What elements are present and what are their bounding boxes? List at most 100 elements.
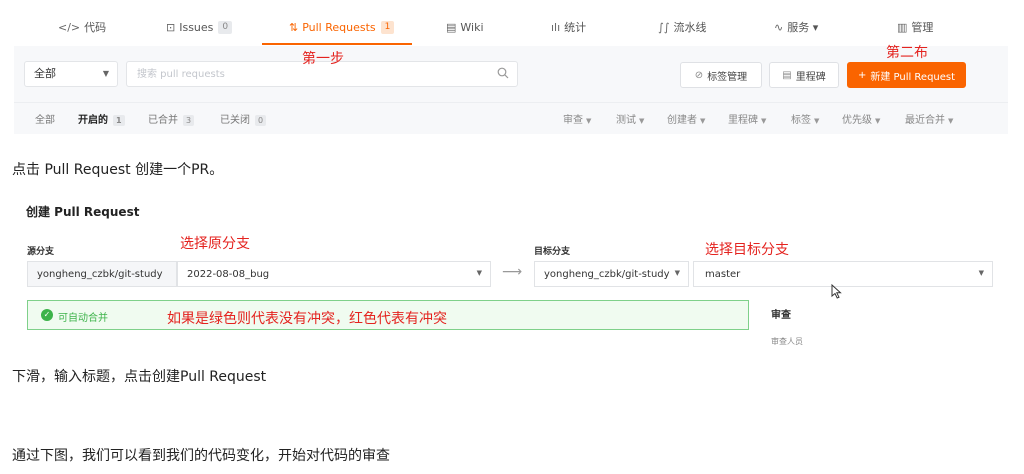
target-branch-select[interactable]: master ▼ — [693, 261, 993, 287]
filter-label: 测试 — [616, 115, 636, 126]
tab-label: 服务 ▾ — [787, 21, 819, 34]
filter-review[interactable]: 审查 ▼ — [563, 111, 591, 126]
state-filter-bar: 全部 开启的 1 已合并 3 已关闭 0 审查 ▼ 测试 ▼ 创建者 ▼ 里程碑 ▼ 标签 ▼ … — [14, 102, 1008, 134]
pr-list-panel: </> 代码 ⊡ Issues 0 ⇅ Pull Requests 1 ▤ Wi… — [14, 8, 1008, 134]
annotation-target-branch: 选择目标分支 — [705, 242, 789, 258]
active-tab-indicator — [262, 43, 412, 45]
source-branch-label: 源分支 — [27, 247, 55, 257]
label-manage-text: 标签管理 — [707, 71, 748, 83]
tab-pull-requests[interactable]: ⇅ Pull Requests 1 — [289, 8, 395, 46]
pr-search-input[interactable] — [127, 62, 467, 87]
caret-down-icon: ▼ — [978, 269, 984, 277]
filter-recent-merge[interactable]: 最近合并 ▼ — [905, 111, 953, 126]
source-repo-field[interactable]: yongheng_czbk/git-study — [27, 261, 177, 287]
caret-down-icon: ▼ — [639, 117, 645, 125]
plus-icon: + — [857, 69, 867, 81]
filter-label: 标签 — [791, 115, 811, 126]
tab-wiki[interactable]: ▤ Wiki — [446, 8, 484, 46]
tab-label: 代码 — [84, 21, 107, 34]
filter-label-dropdown[interactable]: 标签 ▼ — [791, 111, 819, 126]
mouse-cursor-icon — [831, 284, 842, 299]
state-count: 1 — [113, 115, 125, 126]
filter-label: 审查 — [563, 115, 583, 126]
filter-label: 里程碑 — [728, 115, 758, 126]
filter-label: 最近合并 — [905, 115, 945, 126]
manage-icon: ▥ — [897, 20, 908, 34]
search-icon[interactable] — [497, 67, 509, 79]
tab-code[interactable]: </> 代码 — [58, 8, 106, 46]
source-branch-value: 2022-08-08_bug — [187, 268, 270, 280]
milestone-button[interactable]: ▤ 里程碑 — [769, 62, 839, 88]
milestone-icon: ▤ — [782, 69, 792, 81]
caret-down-icon: ▼ — [875, 117, 881, 125]
source-repo-value: yongheng_czbk/git-study — [37, 268, 163, 280]
filter-label: 创建者 — [667, 115, 697, 126]
state-label: 已合并 — [148, 115, 178, 126]
tag-icon: ⊘ — [694, 69, 704, 81]
label-manage-button[interactable]: ⊘ 标签管理 — [680, 62, 762, 88]
tab-label: 统计 — [564, 21, 587, 34]
pipeline-icon: ∫∫ — [658, 20, 670, 34]
filter-priority[interactable]: 优先级 ▼ — [842, 111, 880, 126]
filter-creator[interactable]: 创建者 ▼ — [667, 111, 705, 126]
instruction-text-3: 通过下图，我们可以看到我们的代码变化，开始对代码的审查 — [12, 448, 390, 464]
create-pr-title: 创建 Pull Request — [26, 205, 140, 219]
target-repo-value: yongheng_czbk/git-study — [544, 268, 670, 280]
source-branch-select[interactable]: 2022-08-08_bug ▼ — [177, 261, 491, 287]
state-count: 0 — [255, 115, 267, 126]
tab-manage[interactable]: ▥ 管理 — [897, 8, 933, 46]
new-pr-button[interactable]: + 新建 Pull Request — [847, 62, 966, 88]
tab-label: Wiki — [460, 20, 484, 34]
state-merged[interactable]: 已合并 3 — [148, 111, 195, 126]
state-label: 全部 — [35, 115, 55, 126]
annotation-step1: 第一步 — [302, 51, 344, 67]
state-label: 已关闭 — [220, 115, 250, 126]
tab-services[interactable]: ∿ 服务 ▾ — [774, 8, 818, 46]
caret-down-icon: ▼ — [476, 269, 482, 277]
tab-issues[interactable]: ⊡ Issues 0 — [166, 8, 233, 46]
issues-count-badge: 0 — [218, 20, 233, 34]
caret-down-icon: ▼ — [102, 69, 109, 78]
reviewers-label: 审查人员 — [771, 337, 803, 346]
pr-count-badge: 1 — [380, 20, 395, 34]
scope-select[interactable]: 全部 ▼ — [24, 61, 118, 87]
new-pr-text: 新建 Pull Request — [870, 71, 956, 83]
annotation-conflict: 如果是绿色则代表没有冲突，红色代表有冲突 — [167, 311, 447, 327]
caret-down-icon: ▼ — [948, 117, 954, 125]
state-open[interactable]: 开启的 1 — [78, 111, 125, 126]
instruction-text-1: 点击 Pull Request 创建一个PR。 — [12, 162, 224, 178]
state-closed[interactable]: 已关闭 0 — [220, 111, 267, 126]
review-section-title: 审查 — [771, 310, 791, 321]
tab-label: Issues — [179, 20, 214, 34]
arrow-right-icon: ⟶ — [502, 264, 523, 280]
target-branch-value: master — [705, 268, 741, 280]
filter-test[interactable]: 测试 ▼ — [616, 111, 644, 126]
scope-select-value: 全部 — [34, 67, 56, 80]
state-label: 开启的 — [78, 115, 108, 126]
annotation-step2: 第二布 — [886, 45, 928, 61]
tab-pipeline[interactable]: ∫∫ 流水线 — [658, 8, 706, 46]
services-icon: ∿ — [774, 20, 784, 34]
target-branch-label: 目标分支 — [534, 247, 571, 257]
check-circle-icon: ✓ — [41, 309, 53, 321]
caret-down-icon: ▼ — [814, 117, 820, 125]
wiki-icon: ▤ — [446, 20, 457, 34]
caret-down-icon: ▼ — [761, 117, 767, 125]
tab-label: Pull Requests — [302, 20, 376, 34]
filter-milestone[interactable]: 里程碑 ▼ — [728, 111, 766, 126]
filter-label: 优先级 — [842, 115, 872, 126]
state-all[interactable]: 全部 — [35, 111, 55, 126]
issues-icon: ⊡ — [166, 20, 176, 34]
tab-label: 管理 — [911, 21, 934, 34]
instruction-text-2: 下滑，输入标题，点击创建Pull Request — [12, 369, 267, 385]
tab-stats[interactable]: ılı 统计 — [551, 8, 586, 46]
state-count: 3 — [183, 115, 195, 126]
pull-request-icon: ⇅ — [289, 20, 299, 34]
caret-down-icon: ▼ — [674, 269, 680, 277]
annotation-source-branch: 选择原分支 — [180, 236, 250, 252]
caret-down-icon: ▼ — [586, 117, 592, 125]
chart-icon: ılı — [551, 20, 561, 34]
code-icon: </> — [58, 20, 81, 34]
target-repo-select[interactable]: yongheng_czbk/git-study ▼ — [534, 261, 689, 287]
merge-status-text: 可自动合并 — [58, 313, 108, 324]
